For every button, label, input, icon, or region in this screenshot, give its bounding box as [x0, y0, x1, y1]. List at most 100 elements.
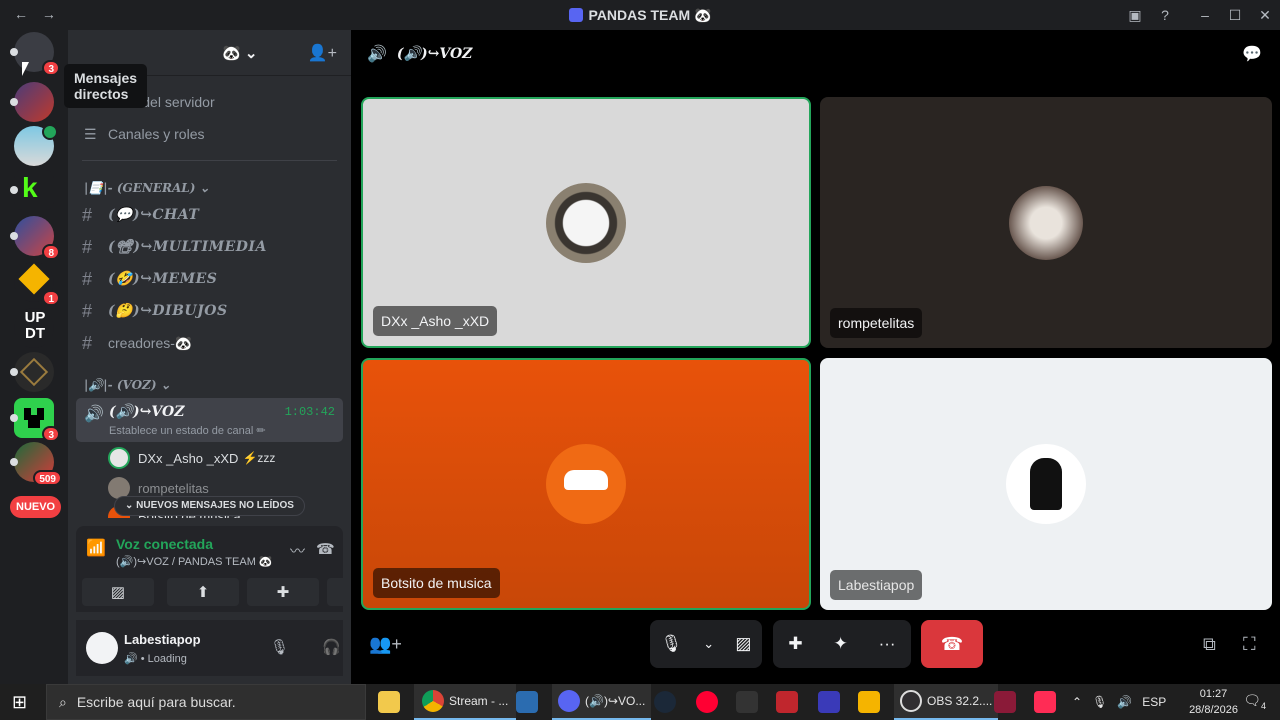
system-tray: ⌃ 🎙 🔊 ESP — [1072, 684, 1166, 720]
cursor-icon — [22, 62, 29, 76]
channel-sidebar: 🐼 ⌄ 👤+ ⚑ Guía del servidor ☰ Canales y r… — [68, 30, 399, 684]
chat-bubble-icon[interactable]: 💬 — [1242, 44, 1262, 64]
discord-icon — [558, 690, 580, 712]
taskbar-music[interactable] — [696, 684, 723, 720]
chevron-up-icon[interactable]: ⌃ — [1072, 695, 1082, 709]
disconnect-button[interactable]: ☎ — [921, 620, 983, 668]
channel-dibujos[interactable]: # (🤔)↪DIBUJOS — [82, 296, 228, 326]
server-avatar-1[interactable] — [10, 82, 54, 122]
steam-icon — [654, 691, 676, 713]
user-avatar[interactable] — [86, 632, 118, 664]
channel-creadores[interactable]: # creadores-🐼 — [82, 328, 192, 358]
new-unread-pill[interactable]: NUEVO — [10, 496, 62, 518]
volume-icon[interactable]: 🔊 — [1117, 695, 1132, 709]
notification-icon[interactable]: 🗨4 — [1243, 692, 1266, 711]
taskbar-tiktok[interactable] — [1034, 684, 1061, 720]
hash-icon: # — [82, 204, 93, 225]
channel-memes[interactable]: # (🤣)↪MEMES — [82, 264, 217, 294]
category-general[interactable]: |📑|- (GENERAL) ⌄ — [84, 181, 210, 195]
taskbar-app[interactable] — [736, 684, 763, 720]
server-kick[interactable]: k — [10, 170, 54, 210]
help-icon[interactable]: ? — [1150, 7, 1180, 23]
camera-button[interactable]: ▨ — [82, 578, 154, 606]
server-pandas-team[interactable] — [14, 124, 58, 166]
taskbar-app[interactable] — [776, 684, 803, 720]
taskbar-search[interactable]: ⌕ Escribe aquí para buscar. — [46, 684, 366, 720]
member-name: rompetelitas — [138, 480, 209, 496]
disconnect-icon[interactable]: ☎ — [316, 540, 335, 558]
mic-icon[interactable]: 🎙 — [270, 638, 289, 656]
maximize-button[interactable]: ☐ — [1220, 7, 1250, 24]
fullscreen-icon[interactable]: ⛶ — [1243, 634, 1256, 655]
search-icon: ⌕ — [59, 693, 67, 710]
emblem-icon — [19, 357, 49, 387]
voice-channel-voz[interactable]: 🔊 (🔊)↪VOZ 1:03:42 Establece un estado de… — [76, 398, 343, 442]
mic-icon[interactable]: 🎙 — [661, 634, 683, 654]
app-icon — [776, 691, 798, 713]
server-badge: 8 — [42, 244, 60, 260]
channel-status[interactable]: Establece un estado de canal ✏ — [109, 424, 266, 437]
noise-suppression-icon[interactable]: 〰 — [290, 540, 305, 561]
language-indicator[interactable]: ESP — [1142, 695, 1166, 709]
category-voz[interactable]: |🔊|- (VOZ) ⌄ — [84, 378, 171, 392]
file-explorer-icon[interactable] — [378, 684, 405, 720]
server-avatar-4[interactable]: 8 — [10, 216, 60, 260]
close-button[interactable]: ✕ — [1250, 7, 1280, 24]
taskbar-obs[interactable]: OBS 32.2.... — [894, 684, 999, 720]
inbox-icon[interactable]: ▣ — [1120, 7, 1150, 24]
speaker-icon: 🔊 — [367, 46, 387, 63]
server-name: 🐼 ⌄ — [222, 44, 258, 62]
chevron-down-icon[interactable]: ⌄ — [703, 636, 714, 652]
window-title-wrap: PANDAS TEAM 🐼 — [0, 7, 1280, 24]
participant-tile[interactable]: rompetelitas — [820, 97, 1272, 348]
server-rail: 3 Mensajes directos k 8 1 UP DT 3 509 NU… — [0, 30, 148, 684]
voice-connected-title[interactable]: Voz conectada — [116, 536, 213, 552]
participant-tile[interactable]: Labestiapop — [820, 358, 1272, 610]
activities-button[interactable]: ✚ — [247, 578, 319, 606]
server-emblem[interactable] — [10, 352, 54, 392]
hash-icon: # — [82, 300, 93, 321]
taskbar-steam[interactable] — [654, 684, 681, 720]
unread-pip — [10, 48, 18, 56]
soundboard-icon[interactable]: ✦ — [833, 634, 847, 654]
taskbar-app[interactable] — [994, 684, 1021, 720]
user-name[interactable]: Labestiapop — [124, 632, 201, 647]
more-icon[interactable]: ··· — [879, 634, 896, 654]
channel-chat[interactable]: # (💬)↪CHAT — [82, 200, 199, 230]
taskbar-discord[interactable]: (🔊)↪VO... — [552, 684, 652, 720]
channel-multimedia[interactable]: # (📽)↪MULTIMEDIA — [82, 232, 267, 262]
voice-member[interactable]: DXx _Asho _xXD ⚡zzz — [108, 446, 275, 470]
server-minecraft[interactable]: 3 — [10, 398, 60, 442]
participant-tile[interactable]: DXx _Asho _xXD — [361, 97, 811, 348]
activities-icon[interactable]: ✚ — [788, 634, 802, 654]
participant-avatar — [546, 444, 626, 524]
signal-icon[interactable]: 📶 — [86, 538, 106, 558]
voice-connected-subtitle[interactable]: (🔊)↪VOZ / PANDAS TEAM 🐼 — [116, 555, 273, 568]
clock[interactable]: 01:27 28/8/2026 — [1189, 686, 1238, 718]
taskbar-label: Stream - ... — [449, 694, 509, 708]
popout-icon[interactable]: ⧉ — [1203, 634, 1216, 655]
mic-icon[interactable]: 🎙 — [1092, 695, 1107, 709]
nav-label: Canales y roles — [108, 126, 205, 142]
invite-to-voice-icon[interactable]: 👥+ — [369, 634, 402, 655]
taskbar-app[interactable] — [858, 684, 885, 720]
participant-tile[interactable]: Botsito de musica — [361, 358, 811, 610]
windows-start-icon[interactable]: ⊞ — [12, 692, 27, 713]
window-title: PANDAS TEAM 🐼 — [588, 7, 712, 23]
app-icon — [736, 691, 758, 713]
dm-home-button[interactable]: 3 — [10, 32, 60, 76]
server-cube[interactable]: 1 — [14, 262, 60, 306]
camera-off-icon[interactable]: ▨ — [735, 634, 751, 654]
invite-icon[interactable]: 👤+ — [308, 43, 337, 63]
nav-channels-roles[interactable]: ☰ Canales y roles — [84, 120, 205, 148]
taskbar-app[interactable] — [818, 684, 845, 720]
creeper-icon — [24, 408, 44, 428]
taskbar-app[interactable] — [516, 684, 543, 720]
new-messages-pill[interactable]: ⌄ NUEVOS MENSAJES NO LEÍDOS — [114, 496, 305, 516]
screen-share-button[interactable]: ⬆ — [167, 578, 239, 606]
server-avatar-9[interactable]: 509 — [10, 442, 62, 486]
headphones-icon[interactable]: 🎧 — [322, 638, 341, 656]
minimize-button[interactable]: – — [1190, 7, 1220, 23]
taskbar-chrome[interactable]: Stream - ... — [414, 684, 517, 720]
server-updt[interactable]: UP DT — [14, 308, 54, 348]
